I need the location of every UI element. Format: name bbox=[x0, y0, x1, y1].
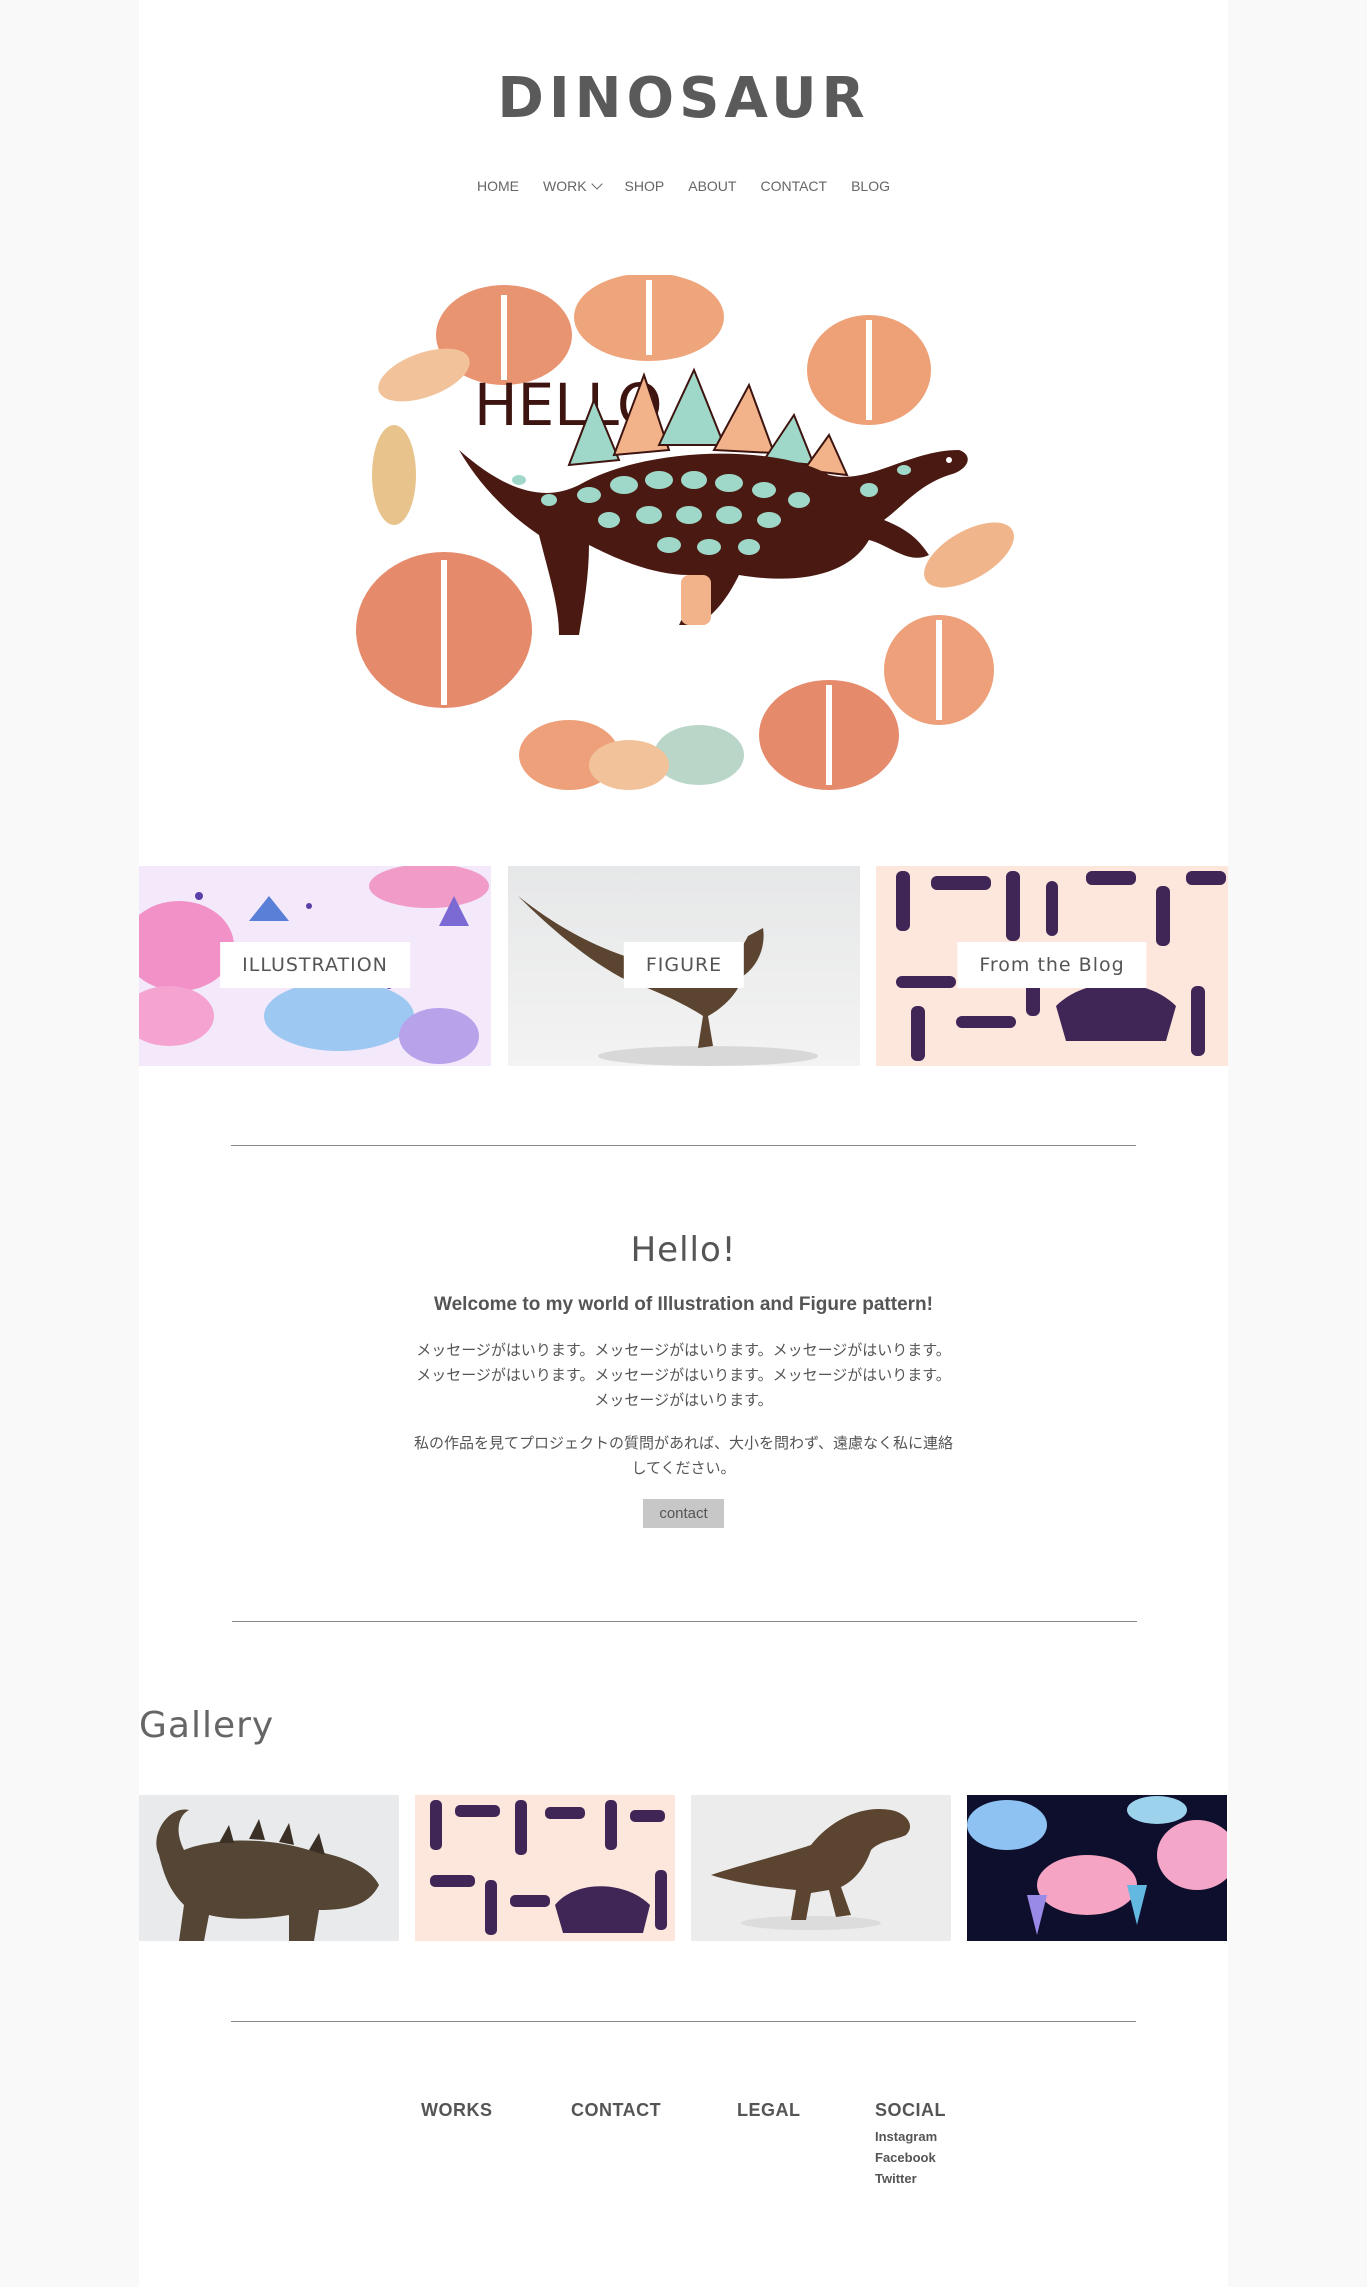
footer-works-heading[interactable]: WORKS bbox=[421, 2100, 493, 2121]
card-illustration-label: ILLUSTRATION bbox=[220, 942, 410, 988]
hero-illustration: HELLO bbox=[356, 275, 1014, 790]
site-logo[interactable]: DINOSAUR bbox=[139, 66, 1228, 131]
gallery-item-pattern[interactable] bbox=[967, 1795, 1227, 1941]
welcome-message: メッセージがはいります。メッセージがはいります。メッセージがはいります。メッセー… bbox=[416, 1341, 951, 1409]
footer-col-social: SOCIAL Instagram Facebook Twitter bbox=[875, 2100, 946, 2186]
nav-blog[interactable]: BLOG bbox=[851, 178, 890, 194]
welcome-subtitle: Welcome to my world of Illustration and … bbox=[434, 1294, 933, 1315]
stegosaurus bbox=[459, 450, 968, 635]
nav-contact[interactable]: CONTACT bbox=[760, 178, 827, 194]
nav-work[interactable]: WORK bbox=[542, 178, 603, 194]
welcome-message-contact: 私の作品を見てプロジェクトの質問があれば、大小を問わず、遠慮なく私に連絡してくだ… bbox=[414, 1434, 953, 1477]
nav-home[interactable]: HOME bbox=[477, 178, 519, 194]
gallery-image-4 bbox=[967, 1795, 1227, 1941]
divider-top bbox=[231, 1145, 1136, 1146]
nav-home-label: HOME bbox=[476, 178, 519, 194]
divider-middle bbox=[232, 1621, 1137, 1622]
nav-shop-label: SHOP bbox=[624, 178, 665, 194]
footer-col-works: WORKS bbox=[421, 2100, 493, 2121]
card-figure-label: FIGURE bbox=[623, 942, 745, 988]
main-nav: HOME WORK SHOP ABOUT CONTACT BLOG bbox=[139, 178, 1228, 194]
welcome-section: Hello! Welcome to my world of Illustrati… bbox=[139, 1230, 1228, 1528]
card-illustration[interactable]: ILLUSTRATION bbox=[139, 866, 491, 1066]
footer-contact-heading[interactable]: CONTACT bbox=[571, 2100, 661, 2121]
gallery-image-2 bbox=[415, 1795, 675, 1941]
nav-blog-label: BLOG bbox=[851, 178, 890, 194]
social-link-instagram[interactable]: Instagram bbox=[875, 2129, 946, 2144]
social-link-facebook[interactable]: Facebook bbox=[875, 2150, 946, 2165]
card-blog[interactable]: From the Blog bbox=[876, 866, 1228, 1066]
footer-social-heading: SOCIAL bbox=[875, 2100, 947, 2120]
footer-col-legal: LEGAL bbox=[737, 2100, 801, 2121]
nav-contact-label: CONTACT bbox=[760, 178, 828, 194]
social-link-twitter[interactable]: Twitter bbox=[875, 2171, 946, 2186]
welcome-title: Hello! bbox=[630, 1230, 737, 1270]
contact-button[interactable]: contact bbox=[643, 1499, 724, 1528]
footer-legal-heading[interactable]: LEGAL bbox=[737, 2100, 801, 2121]
divider-bottom bbox=[231, 2021, 1136, 2022]
gallery-image-3 bbox=[691, 1795, 951, 1941]
gallery-item-ankylosaurus[interactable] bbox=[139, 1795, 399, 1941]
nav-about[interactable]: ABOUT bbox=[688, 178, 736, 194]
card-blog-label: From the Blog bbox=[957, 942, 1147, 988]
gallery-item-bones[interactable] bbox=[415, 1795, 675, 1941]
gallery-image-1 bbox=[139, 1795, 399, 1941]
gallery-item-trex[interactable] bbox=[691, 1795, 951, 1941]
nav-work-label: WORK bbox=[542, 178, 587, 194]
gallery-grid bbox=[139, 1795, 1228, 1941]
card-figure[interactable]: FIGURE bbox=[508, 866, 860, 1066]
category-cards: ILLUSTRATION FIGURE From the Blog bbox=[139, 866, 1228, 1066]
footer-col-contact: CONTACT bbox=[571, 2100, 661, 2121]
chevron-down-icon bbox=[590, 178, 603, 190]
nav-about-label: ABOUT bbox=[688, 178, 737, 194]
page-content: DINOSAUR HOME WORK SHOP ABOUT CONTACT BL… bbox=[139, 0, 1228, 2287]
nav-shop[interactable]: SHOP bbox=[625, 178, 665, 194]
gallery-title: Gallery bbox=[139, 1705, 275, 1746]
